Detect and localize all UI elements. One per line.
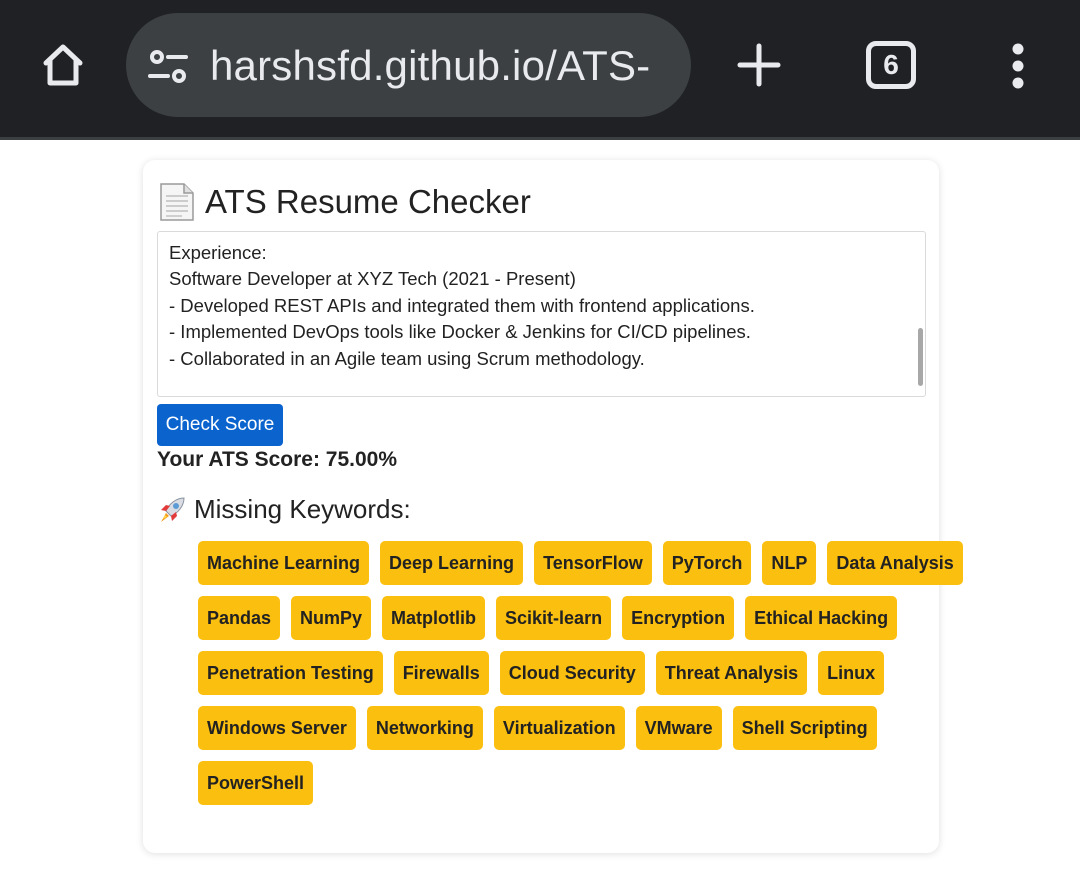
tab-switcher-button[interactable]: 6 [866, 41, 916, 89]
keyword-chip: Machine Learning [198, 541, 370, 585]
keyword-row: Windows Server Networking Virtualization VM… [198, 706, 938, 761]
keyword-chip: Windows Server [198, 706, 356, 750]
keyword-row: Machine Learning Deep Learning TensorFlow P… [198, 541, 963, 596]
keyword-chip: Linux [818, 651, 885, 695]
keyword-row: Pandas NumPy Matplotlib Scikit-learn Encrypt… [198, 596, 938, 651]
keyword-chip: Penetration Testing [198, 651, 383, 695]
textarea-scrollbar[interactable] [918, 328, 923, 386]
url-text[interactable]: harshsfd.github.io/ATS- [210, 39, 650, 93]
keyword-chip: Ethical Hacking [745, 596, 898, 640]
keyword-chip: VMware [635, 706, 722, 750]
missing-keywords-title: Missing Keywords: [194, 494, 411, 524]
keyword-chip: NLP [762, 541, 817, 585]
page-title: ATS Resume Checker [205, 183, 531, 220]
resume-line: - Collaborated in an Agile team using Sc… [169, 348, 645, 369]
resume-line: - Implemented DevOps tools like Docker &… [169, 321, 751, 342]
title-row: ATS Resume Checker [157, 180, 531, 224]
keyword-chip: NumPy [291, 596, 372, 640]
address-bar[interactable]: harshsfd.github.io/ATS- [126, 13, 691, 117]
keyword-chip: Scikit-learn [496, 596, 612, 640]
keyword-chip: TensorFlow [534, 541, 652, 585]
resume-textarea[interactable]: Experience: Software Developer at XYZ Te… [157, 231, 926, 397]
keyword-chip: Deep Learning [380, 541, 524, 585]
rocket-icon [161, 496, 185, 522]
resume-line: Experience: [169, 242, 267, 263]
keyword-chip: Virtualization [493, 706, 625, 750]
keyword-chip: Firewalls [393, 651, 489, 695]
page-facing-up-icon [160, 183, 194, 221]
keyword-chip: PowerShell [198, 761, 314, 805]
keyword-chip: Encryption [622, 596, 735, 640]
resume-line: - Developed REST APIs and integrated the… [169, 295, 755, 316]
keyword-chip: Pandas [198, 596, 281, 640]
home-icon[interactable] [34, 36, 92, 94]
browser-toolbar: harshsfd.github.io/ATS- 6 [0, 0, 1080, 140]
keyword-chip: PyTorch [662, 541, 752, 585]
missing-keywords-heading: Missing Keywords: [157, 494, 411, 525]
keyword-chip: Data Analysis [827, 541, 963, 585]
keyword-chip: Matplotlib [382, 596, 486, 640]
tune-icon[interactable] [146, 47, 190, 87]
keyword-chip: Shell Scripting [732, 706, 877, 750]
keyword-chip: Networking [366, 706, 483, 750]
keyword-row: Penetration Testing Firewalls Cloud Securi… [198, 651, 938, 706]
keyword-row: PowerShell [198, 761, 938, 816]
keyword-chip-list: Machine Learning Deep Learning TensorFlow P… [198, 541, 963, 816]
keyword-chip: Threat Analysis [655, 651, 808, 695]
more-vert-icon[interactable] [1006, 42, 1030, 90]
resume-line: Software Developer at XYZ Tech (2021 - P… [169, 268, 576, 289]
checker-card: ATS Resume Checker Experience: Software … [143, 160, 963, 853]
ats-score-text: Your ATS Score: 75.00% [157, 448, 398, 471]
keyword-chip: Cloud Security [499, 651, 645, 695]
check-score-button[interactable]: Check Score [157, 404, 283, 446]
new-tab-plus-icon[interactable] [736, 42, 782, 88]
